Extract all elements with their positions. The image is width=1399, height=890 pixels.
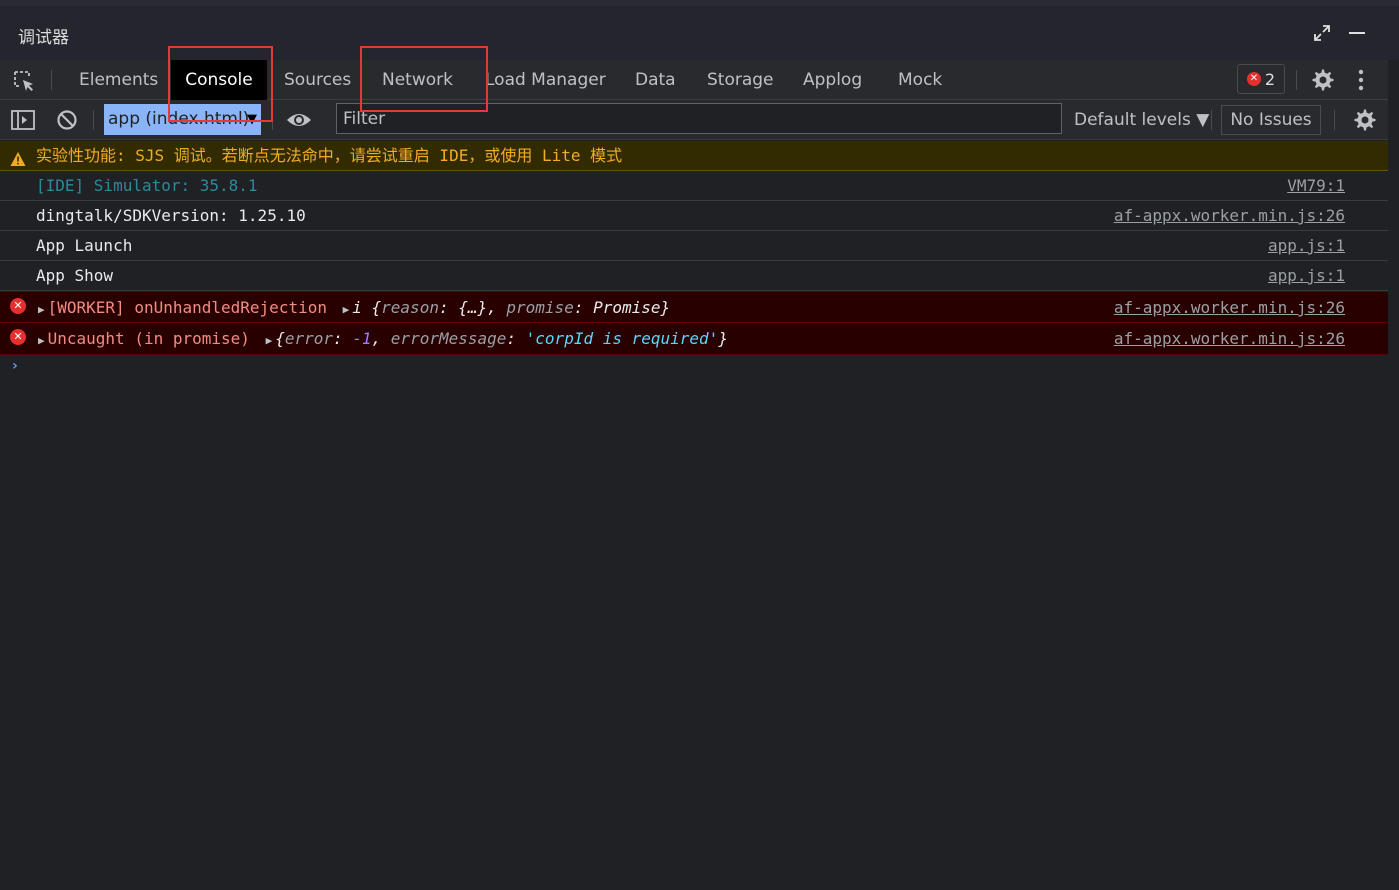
window-titlebar: 调试器 [0,0,1399,60]
error-source-link[interactable]: af-appx.worker.min.js:26 [1114,292,1345,323]
error-object[interactable]: i {reason: {…}, promise: Promise} [352,298,670,317]
console-error-row: ✕ ▶ [WORKER] onUnhandledRejection ▶ i {rea… [0,291,1388,323]
object-value: 'corpId is required' [525,329,719,348]
error-object[interactable]: {error: -1, errorMessage: 'corpId is req… [275,329,728,348]
console-error-row: ✕ ▶ Uncaught (in promise) ▶ {error: -1, er… [0,323,1388,355]
object-key: promise [506,298,574,317]
log-message: App Launch [36,236,133,255]
tab-divider [51,70,52,90]
tab-applog[interactable]: Applog [795,60,870,100]
tab-mock[interactable]: Mock [890,60,950,100]
expand-triangle-icon[interactable]: ▶ [266,334,273,347]
expand-triangle-icon[interactable]: ▶ [343,303,350,316]
error-count: 2 [1264,69,1276,89]
object-key: errorMessage [390,329,507,348]
context-label: app (index.html) [108,109,250,129]
console-filter-input[interactable] [336,103,1062,134]
tab-load-manager[interactable]: Load Manager [477,60,614,100]
warning-icon [10,147,26,166]
object-key: reason [381,298,439,317]
console-log-row: App Launch app.js:1 [0,231,1388,261]
settings-gear-icon[interactable] [1310,68,1334,96]
expand-arrows-icon[interactable] [1310,21,1334,45]
log-source-link[interactable]: app.js:1 [1268,261,1345,290]
tab-elements[interactable]: Elements [71,60,166,100]
object-value: -1 [352,329,372,348]
console-settings-gear-icon[interactable] [1352,108,1376,136]
error-prefix: Uncaught (in promise) [47,329,250,348]
log-source-link[interactable]: VM79:1 [1287,171,1345,200]
log-message: dingtalk/SDKVersion: 1.25.10 [36,206,306,225]
tab-sources[interactable]: Sources [276,60,359,100]
toolbar-divider [1334,110,1335,130]
error-source-link[interactable]: af-appx.worker.min.js:26 [1114,323,1345,354]
error-message: ▶ Uncaught (in promise) ▶ {error: -1, erro… [38,323,728,356]
warning-message: 实验性功能: SJS 调试。若断点无法命中，请尝试重启 IDE，或使用 Lite… [36,146,623,165]
toolbar-divider [272,110,273,130]
error-count-badge[interactable]: ✕ 2 [1237,64,1285,94]
log-source-link[interactable]: app.js:1 [1268,231,1345,260]
tab-console[interactable]: Console [171,60,267,100]
console-warning-row: 实验性功能: SJS 调试。若断点无法命中，请尝试重启 IDE，或使用 Lite… [0,141,1388,171]
more-options-icon[interactable] [1358,69,1364,95]
object-info-badge: i [352,298,362,317]
tab-storage[interactable]: Storage [699,60,782,100]
log-message: [IDE] Simulator: 35.8.1 [36,176,258,195]
error-icon: ✕ [1246,72,1261,86]
console-prompt-chevron-icon[interactable]: › [12,358,18,374]
object-value: {…} [458,298,488,317]
inspect-element-icon[interactable] [12,69,36,93]
console-log-row: [IDE] Simulator: 35.8.1 VM79:1 [0,171,1388,201]
object-key: error [284,329,333,348]
error-icon: ✕ [10,329,26,345]
issues-button[interactable]: No Issues [1221,105,1321,135]
scrollbar-track[interactable] [1388,60,1399,890]
toggle-sidebar-icon[interactable] [11,109,35,135]
object-value: Promise [593,298,661,317]
window-title: 调试器 [18,28,69,48]
log-source-link[interactable]: af-appx.worker.min.js:26 [1114,201,1345,230]
error-prefix: [WORKER] onUnhandledRejection [47,298,327,317]
log-message: App Show [36,266,114,285]
tab-network[interactable]: Network [374,60,461,100]
console-output: 实验性功能: SJS 调试。若断点无法命中，请尝试重启 IDE，或使用 Lite… [0,141,1388,355]
context-selector[interactable]: app (index.html) ▼ [104,104,261,135]
minimize-icon[interactable] [1345,21,1369,45]
console-log-row: dingtalk/SDKVersion: 1.25.10 af-appx.wor… [0,201,1388,231]
dropdown-arrow-icon: ▼ [247,112,257,127]
devtools-tabbar: Elements Console Sources Network Load Ma… [0,60,1388,100]
console-toolbar: app (index.html) ▼ Default levels ▼ No I… [0,100,1388,140]
tab-divider [1296,70,1297,90]
live-expression-eye-icon[interactable] [286,110,312,134]
log-levels-dropdown[interactable]: Default levels ▼ [1074,100,1209,140]
toolbar-divider [1211,110,1212,130]
expand-triangle-icon[interactable]: ▶ [38,334,45,347]
error-message: ▶ [WORKER] onUnhandledRejection ▶ i {reaso… [38,292,670,325]
tab-data[interactable]: Data [627,60,684,100]
error-icon: ✕ [10,298,26,314]
clear-console-icon[interactable] [56,109,78,135]
toolbar-divider [93,110,94,130]
console-log-row: App Show app.js:1 [0,261,1388,291]
expand-triangle-icon[interactable]: ▶ [38,303,45,316]
